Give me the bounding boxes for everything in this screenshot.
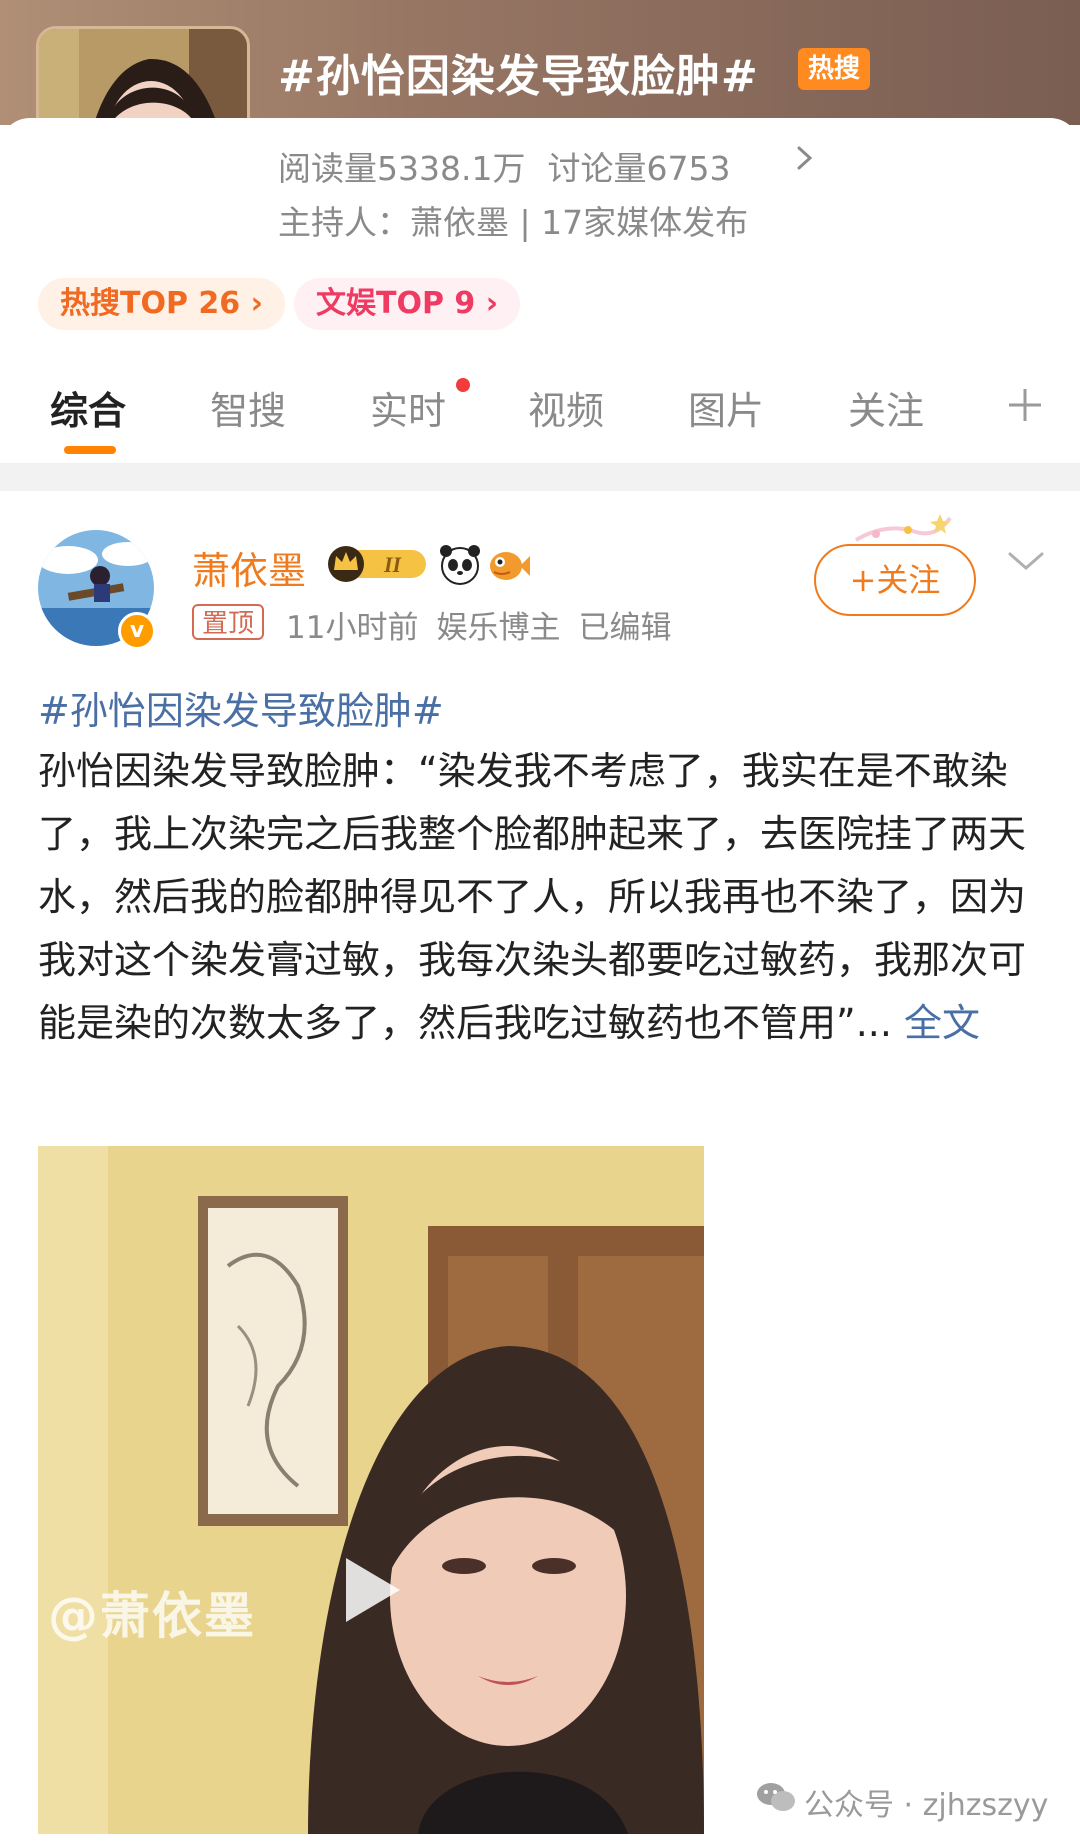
section-divider	[0, 463, 1080, 491]
wechat-icon	[757, 1783, 795, 1811]
edited-label: 已编辑	[578, 610, 672, 646]
fish-icon[interactable]	[486, 542, 530, 586]
tab-comprehensive[interactable]: 综合	[50, 380, 126, 435]
author-name[interactable]: 萧依墨	[192, 540, 306, 595]
topic-stats[interactable]: 阅读量5338.1万 讨论量6753	[278, 142, 752, 190]
verified-badge-icon: v	[118, 612, 156, 650]
footer-watermark: 公众号 · zjhzszyy	[804, 1788, 1049, 1823]
member-crown-icon[interactable]: II	[326, 542, 430, 586]
full-text-link[interactable]: 全文	[904, 1001, 980, 1045]
chevron-down-icon[interactable]	[1006, 548, 1046, 576]
post-time: 11小时前	[286, 610, 419, 646]
tab-smart-search[interactable]: 智搜	[210, 380, 286, 435]
topic-host[interactable]: 主持人：萧依墨 | 17家媒体发布	[278, 196, 748, 244]
tab-bar: 综合 智搜 实时 视频 图片 关注	[0, 372, 1080, 462]
plus-icon[interactable]	[1006, 386, 1044, 424]
video-watermark: @萧依墨	[48, 1587, 256, 1645]
hot-search-rank-pill[interactable]: 热搜TOP 26 ›	[38, 278, 285, 330]
follow-button[interactable]: +关注	[814, 544, 976, 616]
read-count: 阅读量5338.1万	[278, 149, 526, 188]
topic-title: #孙怡因染发导致脸肿#	[278, 51, 759, 102]
svg-text:II: II	[383, 552, 403, 577]
panda-icon[interactable]	[438, 542, 482, 586]
author-role: 娱乐博主	[436, 610, 561, 646]
tab-realtime[interactable]: 实时	[370, 380, 446, 435]
pinned-tag: 置顶	[192, 604, 265, 640]
tab-following[interactable]: 关注	[848, 380, 924, 435]
active-tab-indicator	[64, 446, 116, 454]
hot-badge: 热搜	[798, 48, 871, 90]
post-meta: 11小时前 娱乐博主 已编辑	[286, 602, 689, 647]
post-body: 孙怡因染发导致脸肿：“染发我不考虑了，我实在是不敢染了，我上次染完之后我整个脸都…	[38, 740, 1038, 1055]
new-content-dot	[456, 378, 470, 392]
entertainment-rank-pill[interactable]: 文娱TOP 9 ›	[294, 278, 521, 330]
post-hashtag[interactable]: #孙怡因染发导致脸肿#	[38, 680, 444, 735]
sparkle-decoration-icon	[854, 514, 952, 542]
post-body-text: 孙怡因染发导致脸肿：“染发我不考虑了，我实在是不敢染了，我上次染完之后我整个脸都…	[38, 749, 1027, 1045]
video-thumbnail[interactable]	[38, 1146, 704, 1834]
play-icon[interactable]	[338, 1552, 406, 1628]
tab-video[interactable]: 视频	[528, 380, 604, 435]
discussion-count: 讨论量6753	[547, 149, 731, 188]
tab-images[interactable]: 图片	[688, 380, 764, 435]
chevron-right-icon[interactable]	[790, 138, 820, 178]
